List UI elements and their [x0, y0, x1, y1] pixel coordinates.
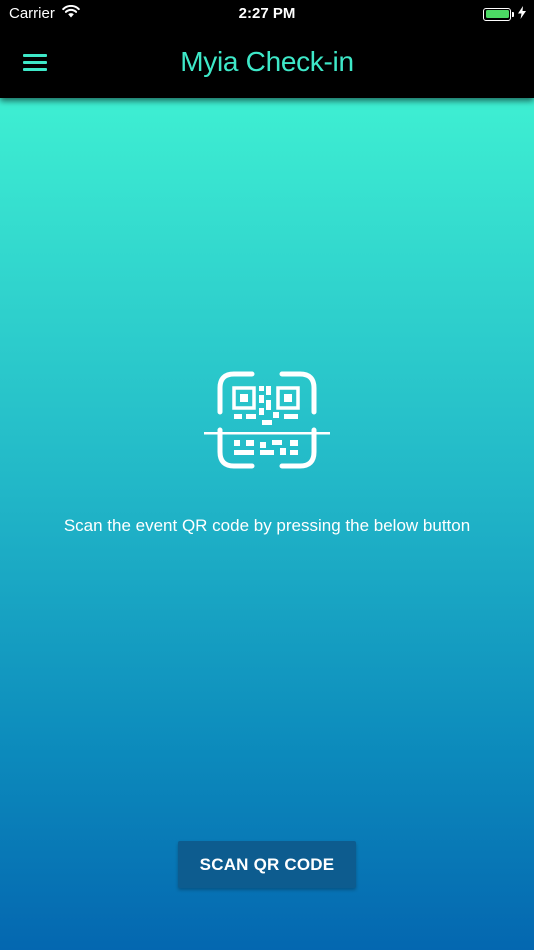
scan-qr-code-button[interactable]: SCAN QR CODE	[178, 841, 356, 888]
status-bar: Carrier 2:27 PM	[0, 0, 534, 28]
battery-tip	[512, 11, 514, 17]
battery-icon	[483, 7, 511, 21]
nav-bar: Myia Check-in	[0, 28, 534, 98]
status-battery	[483, 6, 526, 22]
status-time: 2:27 PM	[238, 5, 296, 22]
scan-instruction-text: Scan the event QR code by pressing the b…	[63, 516, 471, 535]
battery-level-fill	[485, 10, 509, 18]
app-screen: Carrier 2:27 PM Myia Check-in Scan the e…	[0, 0, 534, 950]
qr-code-scan-icon	[202, 370, 332, 470]
charging-bolt-icon	[518, 6, 526, 22]
page-title: Myia Check-in	[180, 46, 354, 77]
main-content: Scan the event QR code by pressing the b…	[0, 98, 534, 950]
